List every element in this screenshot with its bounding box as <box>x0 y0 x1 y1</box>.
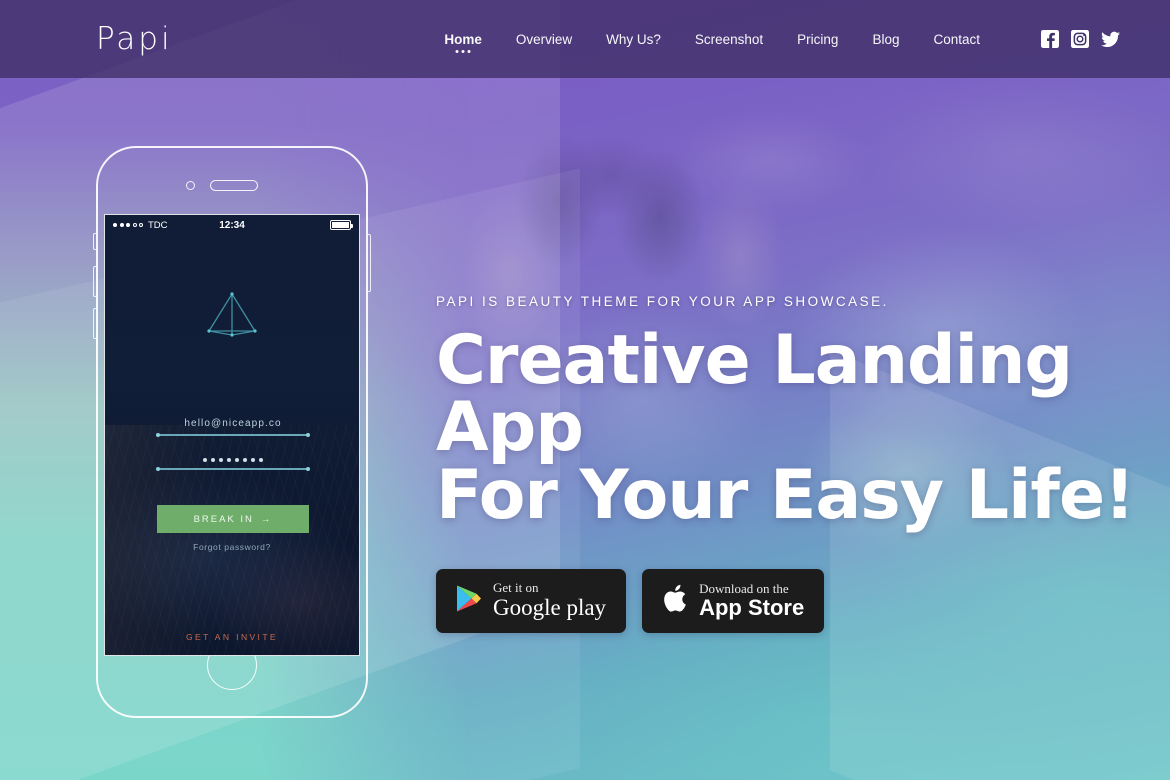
forgot-password-link[interactable]: Forgot password? <box>105 542 359 552</box>
phone-screen: TDC 12:34 hello@niceapp.co BREAK IN → Fo… <box>104 214 360 656</box>
phone-power-button[interactable] <box>367 234 371 292</box>
headline-line-2: For Your Easy Life! <box>436 455 1135 535</box>
app-store-button[interactable]: Download on the App Store <box>642 568 825 634</box>
password-field[interactable] <box>156 458 310 470</box>
site-header: Papi Home Overview Why Us? Screenshot Pr… <box>0 0 1170 78</box>
app-store-bottom-label: App Store <box>699 595 805 621</box>
twitter-icon[interactable] <box>1101 31 1120 48</box>
password-underline <box>156 466 310 470</box>
nav-item-blog[interactable]: Blog <box>855 32 916 47</box>
phone-camera-icon <box>186 181 195 190</box>
get-an-invite-link[interactable]: GET AN INVITE <box>105 632 359 642</box>
login-screen: hello@niceapp.co BREAK IN → Forgot passw… <box>105 215 359 655</box>
google-play-button[interactable]: Get it on Google play <box>436 568 627 634</box>
password-masked-value <box>157 458 309 468</box>
main-nav: Home Overview Why Us? Screenshot Pricing… <box>427 31 997 53</box>
hero-page: Papi Home Overview Why Us? Screenshot Pr… <box>0 0 1170 780</box>
phone-mockup: TDC 12:34 hello@niceapp.co BREAK IN → Fo… <box>93 146 371 718</box>
app-store-labels: Download on the App Store <box>699 580 805 621</box>
nav-item-pricing[interactable]: Pricing <box>780 32 855 47</box>
active-indicator-dots <box>455 49 471 53</box>
email-field[interactable]: hello@niceapp.co <box>156 418 310 436</box>
google-play-labels: Get it on Google play <box>493 579 607 621</box>
apple-icon <box>662 583 688 619</box>
nav-item-overview[interactable]: Overview <box>499 32 589 47</box>
social-links <box>1041 30 1120 48</box>
phone-volume-up-button[interactable] <box>93 266 97 297</box>
phone-volume-down-button[interactable] <box>93 308 97 339</box>
instagram-icon[interactable] <box>1071 30 1089 48</box>
nav-item-why-us[interactable]: Why Us? <box>589 32 678 47</box>
pyramid-icon <box>203 291 261 344</box>
phone-mute-switch[interactable] <box>93 233 97 250</box>
app-store-top-label: Download on the <box>699 580 789 596</box>
hero-kicker: PAPI IS BEAUTY THEME FOR YOUR APP SHOWCA… <box>436 294 889 309</box>
brand-logo[interactable]: Papi <box>96 21 173 57</box>
hero-headline: Creative Landing App For Your Easy Life! <box>436 321 1170 535</box>
phone-speaker-icon <box>210 180 258 191</box>
nav-label: Home <box>444 31 482 47</box>
email-underline <box>156 432 310 436</box>
store-buttons: Get it on Google play Download on the Ap… <box>436 568 1170 634</box>
google-play-top-label: Get it on <box>493 579 539 595</box>
google-play-bottom-label: Google play <box>493 595 607 621</box>
facebook-icon[interactable] <box>1041 30 1059 48</box>
headline-line-1: Creative Landing App <box>436 321 1073 468</box>
break-in-button[interactable]: BREAK IN → <box>157 505 309 533</box>
google-play-icon <box>456 584 482 618</box>
break-in-label: BREAK IN <box>193 513 254 525</box>
hero-copy: PAPI IS BEAUTY THEME FOR YOUR APP SHOWCA… <box>436 294 1170 634</box>
email-value: hello@niceapp.co <box>184 418 282 429</box>
arrow-right-icon: → <box>260 513 273 525</box>
nav-item-screenshot[interactable]: Screenshot <box>678 32 780 47</box>
nav-item-contact[interactable]: Contact <box>916 32 997 47</box>
nav-item-home[interactable]: Home <box>427 31 499 53</box>
